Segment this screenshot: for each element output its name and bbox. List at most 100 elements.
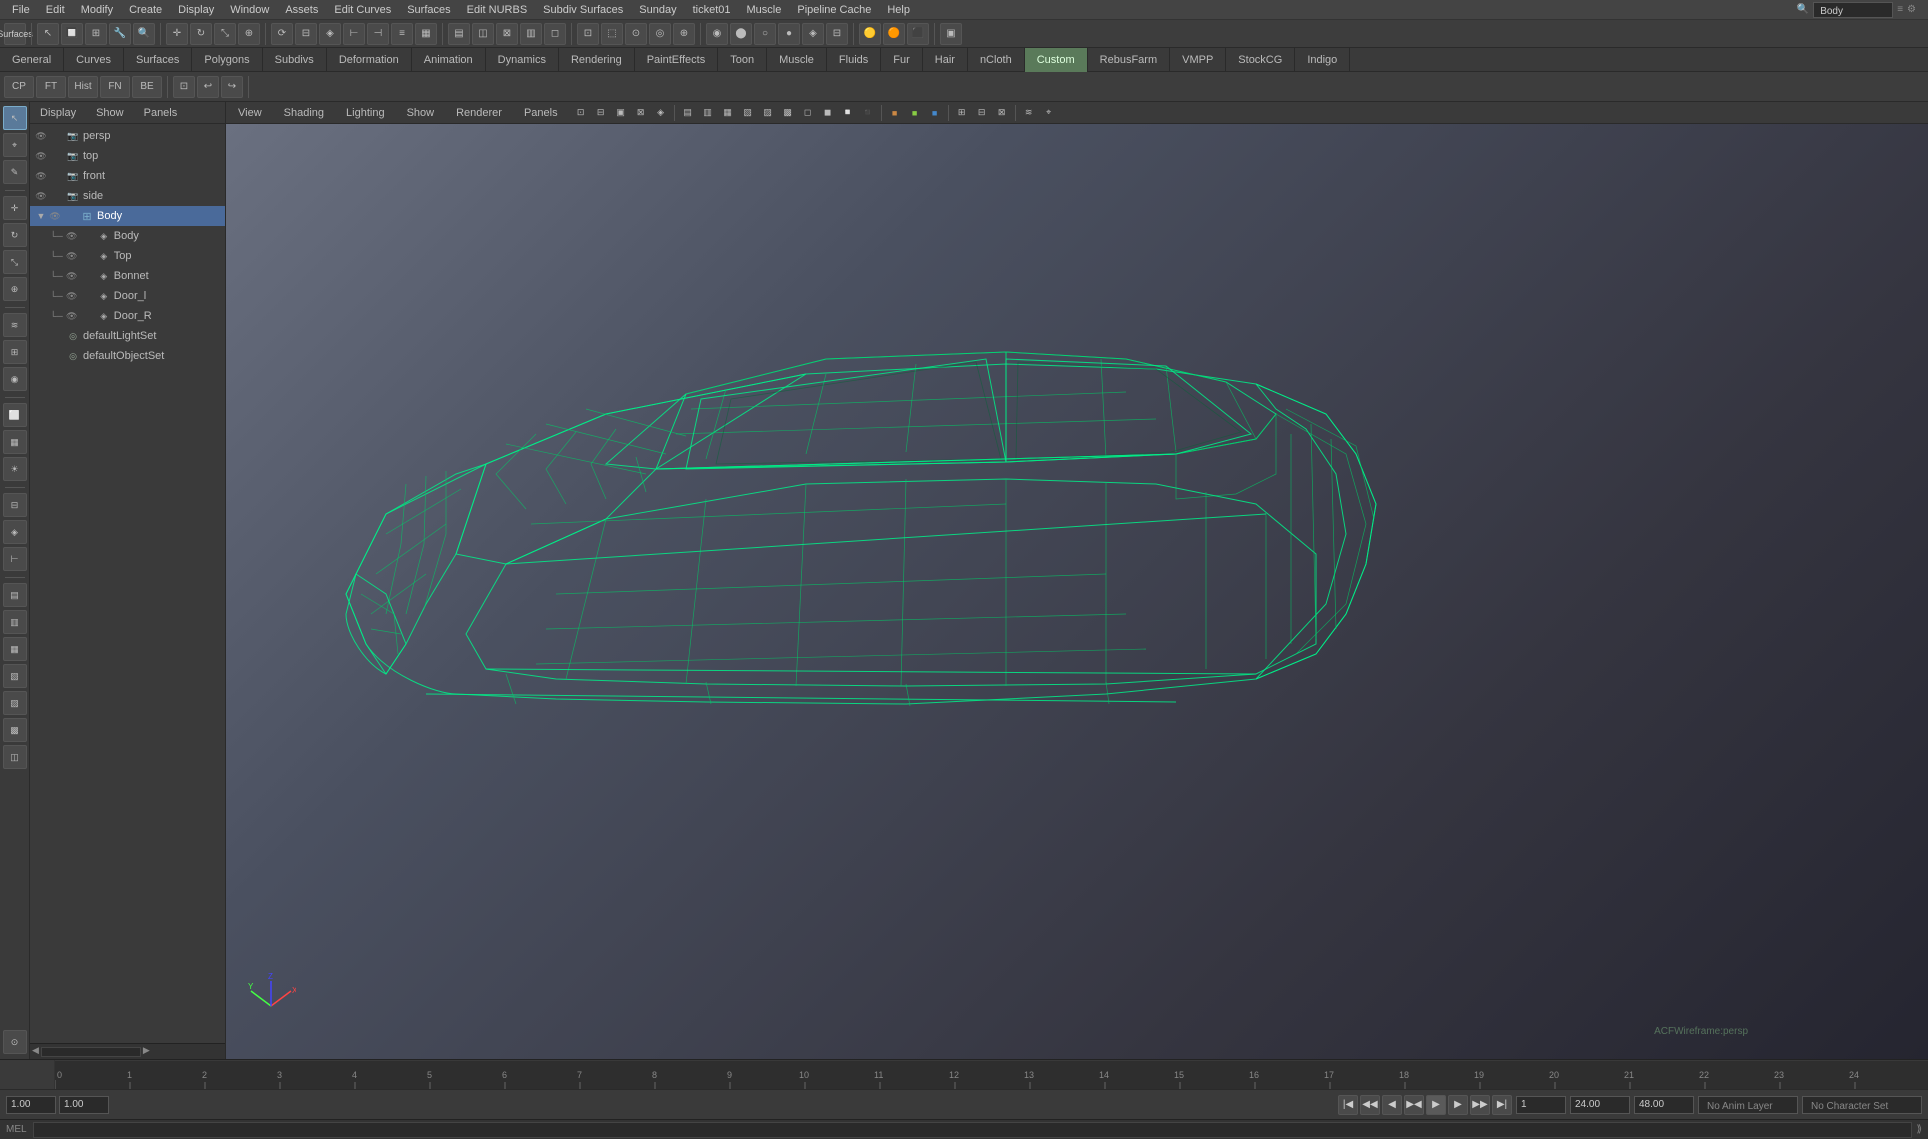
range-start-field[interactable]: 1: [1516, 1096, 1566, 1114]
lt-camera[interactable]: ⬜: [3, 403, 27, 427]
tab-fluids[interactable]: Fluids: [827, 48, 881, 72]
vis-icon-door-r[interactable]: 👁: [65, 309, 79, 323]
tool-render6[interactable]: ⊟: [826, 23, 848, 45]
tool-b[interactable]: 🔲: [61, 23, 83, 45]
panel-tab-display[interactable]: Display: [30, 102, 86, 124]
vp-icon-9[interactable]: ▧: [739, 104, 757, 122]
vp-menu-lighting[interactable]: Lighting: [338, 102, 393, 124]
shelf-icon-fn[interactable]: FN: [100, 76, 130, 98]
menu-ticket01[interactable]: ticket01: [685, 0, 739, 20]
timeline-ruler[interactable]: (function(){ var ticks = []; for(var i=0…: [55, 1060, 1928, 1089]
tab-stockcg[interactable]: StockCG: [1226, 48, 1295, 72]
shelf-icon-cp[interactable]: CP: [4, 76, 34, 98]
tool-s[interactable]: ⊠: [496, 23, 518, 45]
tool-snap1[interactable]: ⊡: [577, 23, 599, 45]
lt-rotate-tool[interactable]: ↻: [3, 223, 27, 247]
vp-icon-5[interactable]: ◈: [652, 104, 670, 122]
panel-tab-show[interactable]: Show: [86, 102, 134, 124]
outliner-item-top-mesh[interactable]: └─ 👁 ◈ Top: [30, 246, 225, 266]
vp-icon-shading2[interactable]: ■: [906, 104, 924, 122]
lt-sculpt[interactable]: ◉: [3, 367, 27, 391]
tool-snap4[interactable]: ◎: [649, 23, 671, 45]
shelf-icon-a[interactable]: ⊡: [173, 76, 195, 98]
play-fwd-btn[interactable]: ▶: [1426, 1095, 1446, 1115]
vp-icon-3[interactable]: ▣: [612, 104, 630, 122]
tab-rendering[interactable]: Rendering: [559, 48, 635, 72]
tool-c[interactable]: ⊞: [85, 23, 107, 45]
vp-icon-extra1[interactable]: ≋: [1020, 104, 1038, 122]
outliner-item-top[interactable]: 👁 📷 top: [30, 146, 225, 166]
jump-start-btn[interactable]: |◀: [1338, 1095, 1358, 1115]
tool-o[interactable]: ≡: [391, 23, 413, 45]
vp-icon-shading1[interactable]: ■: [886, 104, 904, 122]
vp-icon-7[interactable]: ▥: [699, 104, 717, 122]
vis-icon-top-mesh[interactable]: 👁: [65, 249, 79, 263]
tool-l[interactable]: ◈: [319, 23, 341, 45]
lt-icon5[interactable]: ▨: [3, 691, 27, 715]
lt-move-tool[interactable]: ✛: [3, 196, 27, 220]
tool-render2[interactable]: ⬤: [730, 23, 752, 45]
tab-animation[interactable]: Animation: [412, 48, 486, 72]
outliner-item-persp[interactable]: 👁 📷 persp: [30, 126, 225, 146]
next-key-btn[interactable]: ▶▶: [1470, 1095, 1490, 1115]
menu-pipeline-cache[interactable]: Pipeline Cache: [789, 0, 879, 20]
tool-snap2[interactable]: ⬚: [601, 23, 623, 45]
tool-g[interactable]: ↻: [190, 23, 212, 45]
anim-layer-field[interactable]: No Anim Layer: [1698, 1096, 1798, 1114]
tool-m[interactable]: ⊢: [343, 23, 365, 45]
tab-toon[interactable]: Toon: [718, 48, 767, 72]
outliner-item-door-l[interactable]: └─ 👁 ◈ Door_l: [30, 286, 225, 306]
menu-assets[interactable]: Assets: [277, 0, 326, 20]
tool-i[interactable]: ⊕: [238, 23, 260, 45]
current-time-start[interactable]: 1.00: [6, 1096, 56, 1114]
tool-x2[interactable]: 🟠: [883, 23, 905, 45]
vp-icon-2[interactable]: ⊟: [592, 104, 610, 122]
lt-grid[interactable]: ⊟: [3, 493, 27, 517]
scroll-thumb[interactable]: [41, 1047, 141, 1057]
tool-f[interactable]: ✛: [166, 23, 188, 45]
tool-render3[interactable]: ○: [754, 23, 776, 45]
vp-icon-1[interactable]: ⊡: [572, 104, 590, 122]
character-set-field[interactable]: No Character Set: [1802, 1096, 1922, 1114]
lt-render[interactable]: ▦: [3, 430, 27, 454]
tool-h[interactable]: ⤡: [214, 23, 236, 45]
menu-window[interactable]: Window: [222, 0, 277, 20]
shelf-icon-b[interactable]: ↩: [197, 76, 219, 98]
vp-icon-shading3[interactable]: ■: [926, 104, 944, 122]
shelf-icon-ft[interactable]: FT: [36, 76, 66, 98]
tool-y1[interactable]: ▣: [940, 23, 962, 45]
menu-surfaces[interactable]: Surfaces: [399, 0, 458, 20]
tab-surfaces[interactable]: Surfaces: [124, 48, 192, 72]
tool-x3[interactable]: ⬛: [907, 23, 929, 45]
menu-display[interactable]: Display: [170, 0, 222, 20]
tool-q[interactable]: ▤: [448, 23, 470, 45]
outliner-item-body-mesh[interactable]: └─ 👁 ◈ Body: [30, 226, 225, 246]
lt-icon3[interactable]: ▦: [3, 637, 27, 661]
vis-icon-body-group[interactable]: 👁: [48, 209, 62, 223]
vp-icon-13[interactable]: ◼: [819, 104, 837, 122]
lt-select-tool[interactable]: ↖: [3, 106, 27, 130]
lt-icon7[interactable]: ◫: [3, 745, 27, 769]
vp-icon-12[interactable]: ◻: [799, 104, 817, 122]
lt-icon1[interactable]: ▤: [3, 583, 27, 607]
vp-menu-view[interactable]: View: [230, 102, 270, 124]
outliner-item-door-r[interactable]: └─ 👁 ◈ Door_R: [30, 306, 225, 326]
vis-icon-body-mesh[interactable]: 👁: [65, 229, 79, 243]
workspace-icon[interactable]: Surfaces: [4, 23, 26, 45]
tab-rebusfarm[interactable]: RebusFarm: [1088, 48, 1170, 72]
tool-e[interactable]: 🔍: [133, 23, 155, 45]
vp-icon-grid3[interactable]: ⊠: [993, 104, 1011, 122]
total-frames-field[interactable]: 24.00: [1570, 1096, 1630, 1114]
menu-help[interactable]: Help: [879, 0, 918, 20]
tool-p[interactable]: ▦: [415, 23, 437, 45]
tab-hair[interactable]: Hair: [923, 48, 968, 72]
tool-j[interactable]: ⟳: [271, 23, 293, 45]
outliner-item-light-set[interactable]: ◎ defaultLightSet: [30, 326, 225, 346]
tab-subdivs[interactable]: Subdivs: [263, 48, 327, 72]
end-frame-field[interactable]: 48.00: [1634, 1096, 1694, 1114]
tool-snap5[interactable]: ⊕: [673, 23, 695, 45]
tab-painteffects[interactable]: PaintEffects: [635, 48, 719, 72]
shelf-icon-be[interactable]: BE: [132, 76, 162, 98]
vis-icon-top[interactable]: 👁: [34, 149, 48, 163]
lt-icon4[interactable]: ▧: [3, 664, 27, 688]
